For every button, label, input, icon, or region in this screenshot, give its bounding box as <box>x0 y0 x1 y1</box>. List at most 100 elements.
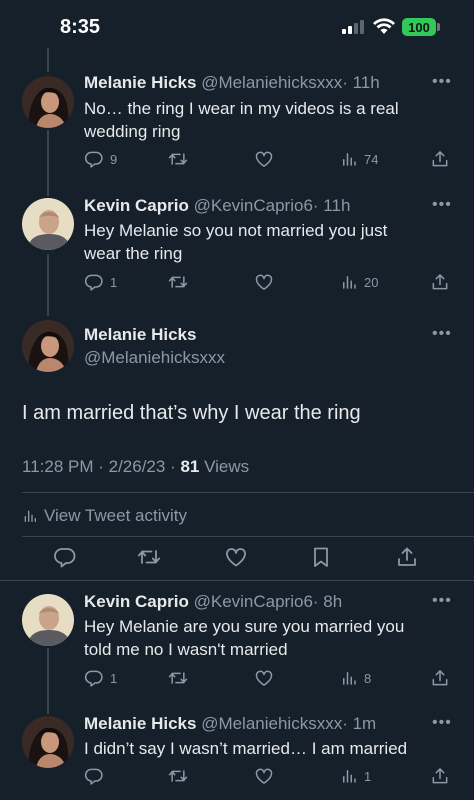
thread-line <box>47 48 49 72</box>
share-button[interactable] <box>430 766 450 786</box>
tweet-text: I am married that’s why I wear the ring <box>22 402 361 424</box>
retweet-icon <box>167 149 189 169</box>
more-icon[interactable]: ••• <box>432 73 452 91</box>
thread-line <box>47 130 49 196</box>
share-icon <box>430 668 450 688</box>
handle[interactable]: @Melaniehicksxxx <box>84 348 225 368</box>
tweet-time: · 1m <box>342 714 377 733</box>
tweet-timestamp: 11:28 PM · 2/26/23 · 81 Views <box>22 457 249 477</box>
views-count: 20 <box>364 274 379 290</box>
views-button[interactable]: 8 <box>340 668 371 688</box>
like-button[interactable] <box>254 149 274 169</box>
like-button[interactable] <box>254 668 274 688</box>
views-count: 81 <box>180 457 200 476</box>
tweet-header: Kevin Caprio @KevinCaprio6· 11h <box>84 196 350 216</box>
bookmark-icon <box>309 545 333 569</box>
avatar[interactable] <box>22 320 74 372</box>
tweet-header: Kevin Caprio @KevinCaprio6· 8h <box>84 592 342 612</box>
thread-line <box>47 254 49 316</box>
display-name[interactable]: Kevin Caprio <box>84 196 189 215</box>
more-icon[interactable]: ••• <box>432 714 452 732</box>
reply-count: 9 <box>110 151 118 167</box>
battery-indicator: 100 <box>402 18 436 36</box>
tweet-text: Hey Melanie so you not married you just … <box>84 221 388 263</box>
share-icon <box>430 272 450 292</box>
tweet-time: · 8h <box>312 592 343 611</box>
more-icon[interactable]: ••• <box>432 196 452 214</box>
divider <box>0 580 474 581</box>
timestamp: 11:28 PM · 2/26/23 · <box>22 457 181 476</box>
reply-count: 1 <box>110 670 118 686</box>
like-button[interactable] <box>224 545 248 569</box>
share-button[interactable] <box>430 149 450 169</box>
views-button[interactable]: 20 <box>340 272 378 292</box>
views-count: 1 <box>364 768 372 784</box>
retweet-icon <box>167 272 189 292</box>
view-activity-link[interactable]: View Tweet activity <box>22 506 187 526</box>
views-icon <box>340 272 358 292</box>
views-label: Views <box>199 457 250 476</box>
more-icon[interactable]: ••• <box>432 325 452 343</box>
avatar[interactable] <box>22 594 74 646</box>
views-count: 8 <box>364 670 372 686</box>
share-button[interactable] <box>395 545 419 569</box>
reply-count: 1 <box>110 274 118 290</box>
retweet-button[interactable] <box>167 149 189 169</box>
display-name[interactable]: Melanie Hicks <box>84 325 196 345</box>
heart-icon <box>254 766 274 786</box>
avatar[interactable] <box>22 716 74 768</box>
reply-icon <box>84 668 104 688</box>
tweet-time: · 11h <box>342 73 380 92</box>
display-name[interactable]: Melanie Hicks <box>84 73 196 92</box>
reply-button[interactable]: 1 <box>84 668 117 688</box>
reply-button[interactable] <box>53 545 77 569</box>
handle[interactable]: @KevinCaprio6 <box>194 196 313 215</box>
retweet-button[interactable] <box>167 668 189 688</box>
retweet-icon <box>167 668 189 688</box>
reply-icon <box>84 149 104 169</box>
views-icon <box>340 668 358 688</box>
tweet-text: I didn’t say I wasn’t married… I am marr… <box>84 739 408 758</box>
tweet-header: Melanie Hicks @Melaniehicksxxx· 1m <box>84 714 376 734</box>
views-icon <box>340 766 358 786</box>
reply-icon <box>84 272 104 292</box>
retweet-button[interactable] <box>136 545 162 569</box>
tweet-text: Hey Melanie are you sure you married you… <box>84 617 405 659</box>
display-name[interactable]: Melanie Hicks <box>84 714 196 733</box>
views-icon <box>340 149 358 169</box>
heart-icon <box>254 272 274 292</box>
retweet-icon <box>136 545 162 569</box>
avatar[interactable] <box>22 76 74 128</box>
heart-icon <box>254 149 274 169</box>
reply-button[interactable] <box>84 766 110 786</box>
heart-icon <box>224 545 248 569</box>
handle[interactable]: @Melaniehicksxxx <box>201 73 342 92</box>
bookmark-button[interactable] <box>309 545 333 569</box>
status-time: 8:35 <box>60 16 101 38</box>
share-button[interactable] <box>430 272 450 292</box>
battery-tip <box>437 23 440 31</box>
views-icon <box>22 507 38 525</box>
retweet-button[interactable] <box>167 272 189 292</box>
retweet-button[interactable] <box>167 766 189 786</box>
handle[interactable]: @KevinCaprio6 <box>194 592 313 611</box>
like-button[interactable] <box>254 766 274 786</box>
divider <box>22 536 474 537</box>
tweet-header: Melanie Hicks @Melaniehicksxxx· 11h <box>84 73 380 93</box>
views-button[interactable]: 1 <box>340 766 371 786</box>
divider <box>22 492 474 493</box>
handle[interactable]: @Melaniehicksxxx <box>201 714 342 733</box>
tweet-text: No… the ring I wear in my videos is a re… <box>84 99 399 141</box>
reply-button[interactable]: 1 <box>84 272 117 292</box>
tweet-time: · 11h <box>312 196 351 215</box>
reply-button[interactable]: 9 <box>84 149 117 169</box>
views-count: 74 <box>364 151 379 167</box>
cellular-signal-icon <box>342 20 364 34</box>
like-button[interactable] <box>254 272 274 292</box>
share-icon <box>430 149 450 169</box>
avatar[interactable] <box>22 198 74 250</box>
share-button[interactable] <box>430 668 450 688</box>
display-name[interactable]: Kevin Caprio <box>84 592 189 611</box>
more-icon[interactable]: ••• <box>432 592 452 610</box>
views-button[interactable]: 74 <box>340 149 378 169</box>
